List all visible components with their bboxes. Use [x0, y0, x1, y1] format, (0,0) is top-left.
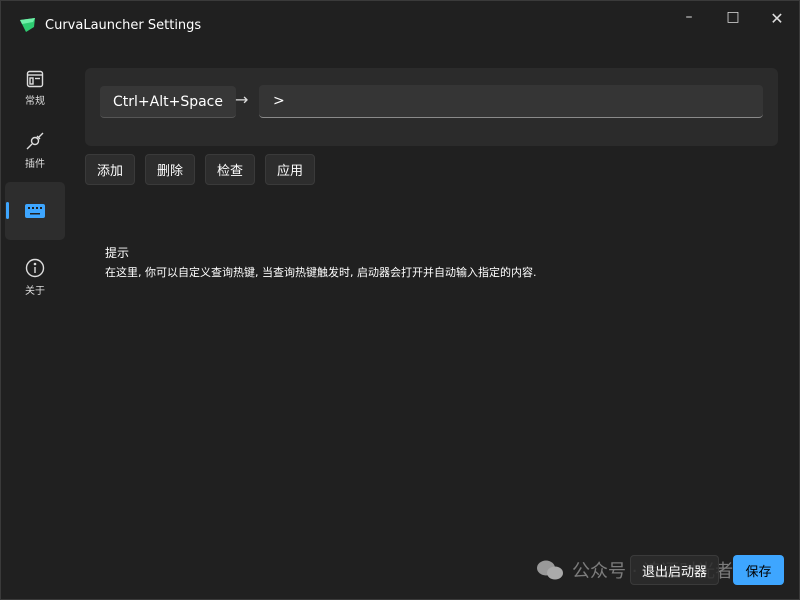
nav-label: 常规 [25, 95, 45, 107]
check-button[interactable]: 检查 [205, 154, 256, 185]
app-logo-icon [20, 18, 35, 32]
tip-section: 提示 在这里, 你可以自定义查询热键, 当查询热键触发时, 启动器会打开并自动输… [105, 244, 536, 282]
exit-launcher-button[interactable]: 退出启动器 [630, 555, 720, 585]
nav-item-general[interactable]: 常规 [5, 59, 65, 117]
minimize-button[interactable]: – [679, 9, 699, 29]
close-button[interactable]: ✕ [767, 9, 787, 29]
save-button[interactable]: 保存 [733, 555, 784, 585]
window-title: CurvaLauncher Settings [45, 17, 202, 33]
active-indicator [6, 202, 9, 219]
arrow-right-icon: → [235, 90, 249, 109]
apply-button[interactable]: 应用 [265, 154, 316, 185]
window-title-bar: CurvaLauncher Settings [19, 17, 201, 33]
query-input[interactable] [259, 85, 763, 118]
wechat-icon [537, 560, 563, 580]
nav-item-plugins[interactable]: 插件 [5, 121, 65, 179]
add-button[interactable]: 添加 [85, 154, 136, 185]
nav-label: 插件 [25, 158, 45, 170]
hotkey-button[interactable]: Ctrl+Alt+Space [100, 86, 236, 118]
nav-label: 关于 [25, 285, 45, 297]
nav-item-about[interactable]: 关于 [5, 248, 65, 306]
info-icon [25, 258, 45, 277]
plug-icon [26, 132, 44, 149]
delete-button[interactable]: 删除 [145, 154, 196, 185]
layout-icon [26, 70, 44, 87]
hotkey-card: Ctrl+Alt+Space → [85, 68, 778, 146]
nav-item-hotkeys[interactable] [5, 182, 65, 240]
tip-text: 在这里, 你可以自定义查询热键, 当查询热键触发时, 启动器会打开并自动输入指定… [105, 266, 537, 279]
maximize-button[interactable]: □ [723, 9, 743, 29]
tip-title: 提示 [105, 246, 130, 260]
keyboard-icon [25, 204, 45, 218]
